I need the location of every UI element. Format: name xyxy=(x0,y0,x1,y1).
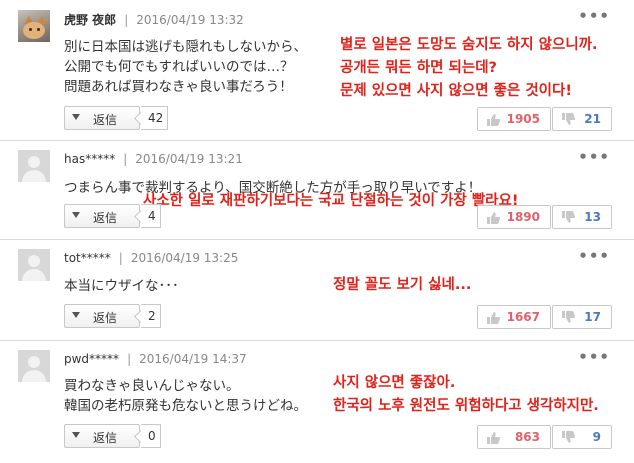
reply-button[interactable]: 返信 xyxy=(64,304,140,328)
translation-overlay: 사소한 일로 재판하기보다는 국교 단절하는 것이 가장 빨라요! xyxy=(143,190,518,213)
comment-time: 2016/04/19 13:25 xyxy=(130,251,239,265)
comment-meta: has***** | 2016/04/19 13:21 xyxy=(64,152,243,166)
reply-label: 返信 xyxy=(93,113,118,127)
author-name[interactable]: pwd***** xyxy=(64,352,119,366)
avatar[interactable] xyxy=(18,249,50,281)
good-count: 863 xyxy=(514,430,540,444)
comment-text: 買わなきゃ良いんじゃない。 韓国の老朽原発も危ないと思うけどね。 xyxy=(64,376,307,416)
more-menu-icon[interactable]: ••• xyxy=(578,7,610,25)
reply-count: 42 xyxy=(141,106,169,130)
translation-line: 한국의 노후 원전도 위험하다고 생각하지만. xyxy=(333,398,599,414)
good-count: 1890 xyxy=(506,210,540,224)
comment-text: 本当にウザイな･･･ xyxy=(64,276,179,296)
comment-line: 韓国の老朽原発も危ないと思うけどね。 xyxy=(64,398,307,414)
thumbs-up-icon xyxy=(486,211,501,227)
good-count: 1667 xyxy=(506,310,540,324)
meta-separator: | xyxy=(118,251,123,265)
avatar[interactable] xyxy=(18,150,50,182)
comment-item: pwd***** | 2016/04/19 14:37 ••• 買わなきゃ良いんじゃ… xyxy=(0,341,634,463)
more-menu-icon[interactable]: ••• xyxy=(578,148,610,166)
reply-label: 返信 xyxy=(93,431,118,445)
meta-separator: | xyxy=(127,352,132,366)
good-button[interactable]: 1905 xyxy=(477,107,551,131)
bad-button[interactable]: 21 xyxy=(552,107,612,131)
translation-overlay: 별로 일본은 도망도 숨지도 하지 않으니까. 공개든 뭐든 하면 되는데? 문… xyxy=(340,34,598,103)
thumbs-down-icon xyxy=(561,211,576,227)
translation-line: 별로 일본은 도망도 숨지도 하지 않으니까. xyxy=(340,37,598,53)
translation-line: 문제 있으면 사지 않으면 좋은 것이다! xyxy=(340,83,572,99)
comment-meta: pwd***** | 2016/04/19 14:37 xyxy=(64,352,247,366)
reply-label: 返信 xyxy=(93,311,118,325)
reply-count: 0 xyxy=(141,424,161,448)
avatar[interactable] xyxy=(18,10,50,42)
comment-item: tot***** | 2016/04/19 13:25 ••• 本当にウザイな･･･… xyxy=(0,240,634,340)
comment-item: has***** | 2016/04/19 13:21 ••• つまらん事で裁判する… xyxy=(0,141,634,241)
translation-overlay: 사지 않으면 좋잖아. 한국의 노후 원전도 위험하다고 생각하지만. xyxy=(333,372,599,418)
reply-label: 返信 xyxy=(93,211,118,225)
translation-overlay: 정말 꼴도 보기 싫네... xyxy=(333,274,471,297)
comment-line: 公開でも何でもすればいいのでは…？ xyxy=(64,59,294,75)
comment-meta: tot***** | 2016/04/19 13:25 xyxy=(64,251,238,265)
bad-button[interactable]: 13 xyxy=(552,205,612,229)
reply-count: 4 xyxy=(141,204,161,228)
translation-line: 공개든 뭐든 하면 되는데? xyxy=(340,60,497,76)
author-name[interactable]: tot***** xyxy=(64,251,111,265)
thumbs-up-icon xyxy=(486,113,501,129)
triangle-down-icon xyxy=(72,312,80,318)
thumbs-down-icon xyxy=(561,311,576,327)
translation-line: 정말 꼴도 보기 싫네... xyxy=(333,277,472,293)
comment-time: 2016/04/19 14:37 xyxy=(139,352,247,366)
comment-time: 2016/04/19 13:21 xyxy=(135,152,243,166)
comment-item: 虎野 夜郎 | 2016/04/19 13:32 ••• 別に日本国は逃げも隠れもし… xyxy=(0,0,634,140)
comment-line: 問題あれば買わなきゃ良い事だろう！ xyxy=(64,79,293,95)
bad-button[interactable]: 17 xyxy=(552,305,612,329)
good-button[interactable]: 1667 xyxy=(477,305,551,329)
bad-count: 13 xyxy=(584,210,601,224)
more-menu-icon[interactable]: ••• xyxy=(578,247,610,265)
triangle-down-icon xyxy=(72,432,80,438)
comment-line: 本当にウザイな･･･ xyxy=(64,278,179,294)
more-menu-icon[interactable]: ••• xyxy=(578,348,610,366)
reply-count: 2 xyxy=(141,304,161,328)
comment-line: 買わなきゃ良いんじゃない。 xyxy=(64,378,240,394)
thumbs-up-icon xyxy=(486,311,501,327)
thumbs-up-icon xyxy=(486,431,501,447)
translation-line: 사지 않으면 좋잖아. xyxy=(333,375,456,391)
comment-time: 2016/04/19 13:32 xyxy=(136,13,244,27)
bad-button[interactable]: 9 xyxy=(552,425,612,449)
good-button[interactable]: 863 xyxy=(477,425,551,449)
bad-count: 21 xyxy=(584,112,601,126)
translation-line: 사소한 일로 재판하기보다는 국교 단절하는 것이 가장 빨라요! xyxy=(143,193,519,209)
triangle-down-icon xyxy=(72,114,80,120)
author-name[interactable]: 虎野 夜郎 xyxy=(64,13,116,27)
reply-button[interactable]: 返信 xyxy=(64,106,140,130)
triangle-down-icon xyxy=(72,212,80,218)
bad-count: 17 xyxy=(584,310,601,324)
thumbs-down-icon xyxy=(561,113,576,129)
reply-button[interactable]: 返信 xyxy=(64,204,140,228)
meta-separator: | xyxy=(123,152,128,166)
comment-text: 別に日本国は逃げも隠れもしないから、 公開でも何でもすればいいのでは…？ 問題あ… xyxy=(64,37,307,97)
author-name[interactable]: has***** xyxy=(64,152,115,166)
thumbs-down-icon xyxy=(561,431,576,447)
avatar[interactable] xyxy=(18,350,50,382)
reply-button[interactable]: 返信 xyxy=(64,424,140,448)
good-count: 1905 xyxy=(506,112,540,126)
comment-line: 別に日本国は逃げも隠れもしないから、 xyxy=(64,39,307,55)
comment-meta: 虎野 夜郎 | 2016/04/19 13:32 xyxy=(64,11,244,28)
bad-count: 9 xyxy=(592,430,601,444)
meta-separator: | xyxy=(124,13,129,27)
good-button[interactable]: 1890 xyxy=(477,205,551,229)
